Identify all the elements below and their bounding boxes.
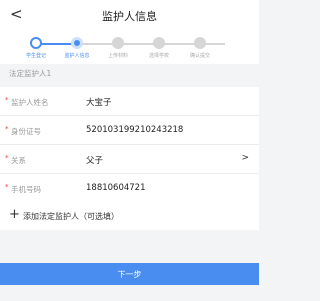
- required-mark: *: [5, 125, 9, 133]
- plus-icon: +: [9, 207, 20, 222]
- next-button-label: 下一步: [117, 270, 142, 279]
- required-mark: *: [5, 183, 9, 191]
- step-1-dot: [30, 37, 42, 49]
- section-title: 法定监护人1: [9, 69, 52, 78]
- guardian-form: * 监护人姓名 大宝子 * 身份证号 520103199210243218 * …: [0, 87, 259, 202]
- step-4-dot: [153, 37, 165, 49]
- relation-label: 关系: [11, 156, 26, 165]
- relation-select[interactable]: 父子: [86, 154, 103, 166]
- step-5-dot: [194, 37, 206, 49]
- step-5-label: 确认提交: [189, 53, 210, 59]
- step-2-label: 监护人信息: [64, 53, 90, 59]
- required-mark: *: [5, 96, 9, 104]
- step-3-dot: [112, 37, 124, 49]
- id-number-row[interactable]: * 身份证号 520103199210243218: [0, 116, 259, 145]
- phone-row[interactable]: * 手机号码 18810604721: [0, 174, 259, 202]
- name-field[interactable]: 大宝子: [86, 96, 112, 108]
- step-3-label: 上传材料: [107, 53, 128, 59]
- next-button[interactable]: 下一步: [0, 263, 259, 285]
- id-number-label: 身份证号: [11, 127, 41, 136]
- phone-field[interactable]: 18810604721: [86, 183, 146, 193]
- required-mark: *: [5, 154, 9, 162]
- step-2-dot: [71, 37, 83, 49]
- id-number-field[interactable]: 520103199210243218: [86, 125, 183, 135]
- header-bar: < 监护人信息: [0, 0, 259, 32]
- add-guardian-label: 添加法定监护人（可选填）: [23, 212, 119, 221]
- add-guardian-button[interactable]: + 添加法定监护人（可选填）: [0, 202, 259, 230]
- step-4-label: 选择学校: [148, 53, 169, 59]
- phone-label: 手机号码: [11, 185, 41, 194]
- chevron-right-icon[interactable]: >: [241, 153, 249, 163]
- relation-row[interactable]: * 关系 父子 >: [0, 145, 259, 174]
- name-label: 监护人姓名: [11, 98, 49, 107]
- progress-stepper: 学生登记 监护人信息 上传材料 选择学校 确认提交: [0, 32, 259, 64]
- step-1-label: 学生登记: [25, 53, 46, 59]
- name-row[interactable]: * 监护人姓名 大宝子: [0, 87, 259, 116]
- page-title: 监护人信息: [102, 10, 157, 23]
